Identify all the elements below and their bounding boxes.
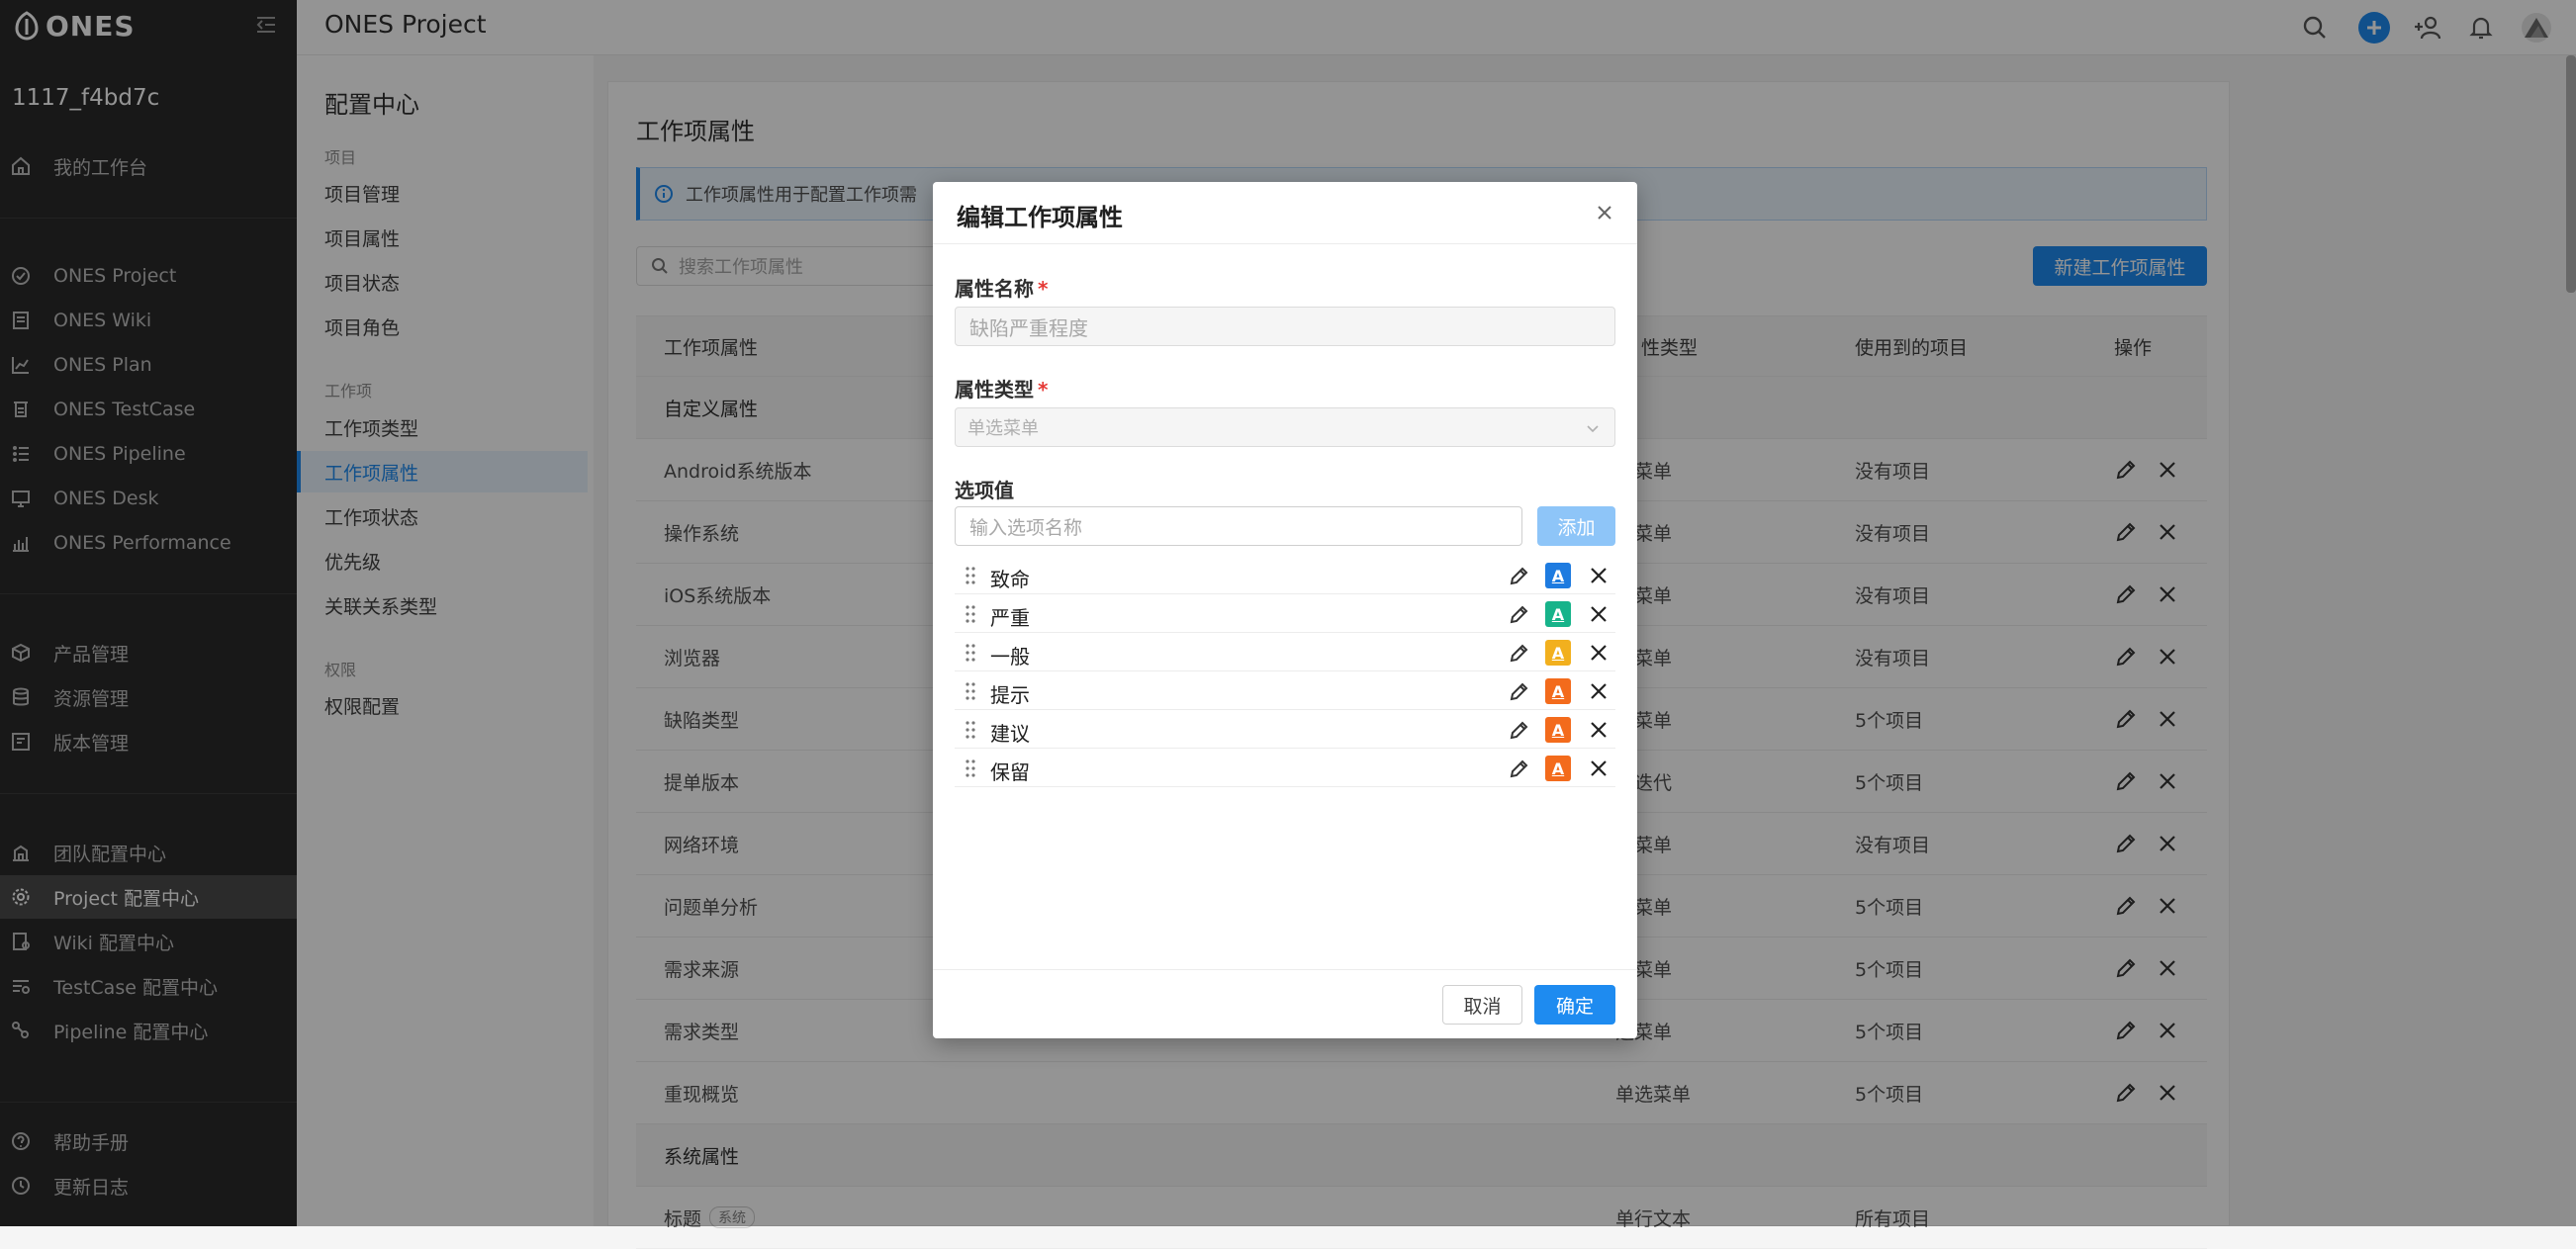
delete-icon[interactable] xyxy=(1588,565,1610,586)
delete-icon[interactable] xyxy=(1588,642,1610,664)
drag-handle-icon[interactable] xyxy=(965,604,976,624)
edit-icon[interactable] xyxy=(1509,758,1530,779)
option-item[interactable]: 一般 A xyxy=(955,633,1615,671)
type-field-label: 属性类型 * xyxy=(955,374,1048,402)
dialog-header-divider xyxy=(933,243,1637,244)
option-name: 建议 xyxy=(990,722,1030,746)
color-picker-button[interactable]: A xyxy=(1545,601,1571,627)
add-option-button[interactable]: 添加 xyxy=(1537,506,1615,546)
attribute-name-field[interactable]: 缺陷严重程度 xyxy=(955,307,1615,346)
name-label-text: 属性名称 xyxy=(955,277,1034,301)
option-name: 一般 xyxy=(990,645,1030,669)
color-picker-button[interactable]: A xyxy=(1545,640,1571,666)
cancel-button[interactable]: 取消 xyxy=(1442,985,1522,1025)
option-item[interactable]: 致命 A xyxy=(955,556,1615,594)
drag-handle-icon[interactable] xyxy=(965,758,976,778)
color-letter-icon: A xyxy=(1551,758,1565,778)
options-field-label: 选项值 xyxy=(955,479,1014,502)
drag-handle-icon[interactable] xyxy=(965,681,976,701)
edit-icon[interactable] xyxy=(1509,642,1530,664)
option-name: 致命 xyxy=(990,568,1030,591)
edit-attribute-dialog: 编辑工作项属性 属性名称 * 缺陷严重程度 属性类型 * 单选菜单 选项值 输入选项… xyxy=(933,182,1637,1038)
drag-handle-icon[interactable] xyxy=(965,720,976,740)
color-picker-button[interactable]: A xyxy=(1545,678,1571,704)
required-mark: * xyxy=(1038,277,1049,301)
edit-icon[interactable] xyxy=(1509,565,1530,586)
edit-icon[interactable] xyxy=(1509,603,1530,625)
color-picker-button[interactable]: A xyxy=(1545,717,1571,743)
color-picker-button[interactable]: A xyxy=(1545,563,1571,588)
dialog-title: 编辑工作项属性 xyxy=(957,204,1123,231)
delete-icon[interactable] xyxy=(1588,680,1610,702)
option-name-input[interactable]: 输入选项名称 xyxy=(955,506,1522,546)
option-item[interactable]: 建议 A xyxy=(955,710,1615,749)
option-item[interactable]: 严重 A xyxy=(955,594,1615,633)
options-list: 致命 A 严重 A 一般 A 提示 A 建议 A 保留 A xyxy=(955,556,1615,787)
color-letter-icon: A xyxy=(1551,566,1565,585)
delete-icon[interactable] xyxy=(1588,758,1610,779)
delete-icon[interactable] xyxy=(1588,719,1610,741)
color-letter-icon: A xyxy=(1551,643,1565,663)
close-icon[interactable] xyxy=(1594,202,1615,223)
attribute-type-value: 单选菜单 xyxy=(967,418,1039,439)
color-letter-icon: A xyxy=(1551,604,1565,624)
drag-handle-icon[interactable] xyxy=(965,566,976,585)
chevron-down-icon xyxy=(1587,425,1599,433)
edit-icon[interactable] xyxy=(1509,680,1530,702)
edit-icon[interactable] xyxy=(1509,719,1530,741)
option-name: 保留 xyxy=(990,760,1030,784)
type-label-text: 属性类型 xyxy=(955,378,1034,401)
confirm-button[interactable]: 确定 xyxy=(1534,985,1615,1025)
dialog-footer-divider xyxy=(933,969,1637,970)
option-item[interactable]: 提示 A xyxy=(955,671,1615,710)
color-picker-button[interactable]: A xyxy=(1545,756,1571,781)
required-mark: * xyxy=(1038,378,1049,401)
option-name: 提示 xyxy=(990,683,1030,707)
option-name: 严重 xyxy=(990,606,1030,630)
color-letter-icon: A xyxy=(1551,681,1565,701)
color-letter-icon: A xyxy=(1551,720,1565,740)
drag-handle-icon[interactable] xyxy=(965,643,976,663)
name-field-label: 属性名称 * xyxy=(955,273,1048,302)
option-item[interactable]: 保留 A xyxy=(955,749,1615,787)
delete-icon[interactable] xyxy=(1588,603,1610,625)
attribute-type-select[interactable]: 单选菜单 xyxy=(955,407,1615,447)
